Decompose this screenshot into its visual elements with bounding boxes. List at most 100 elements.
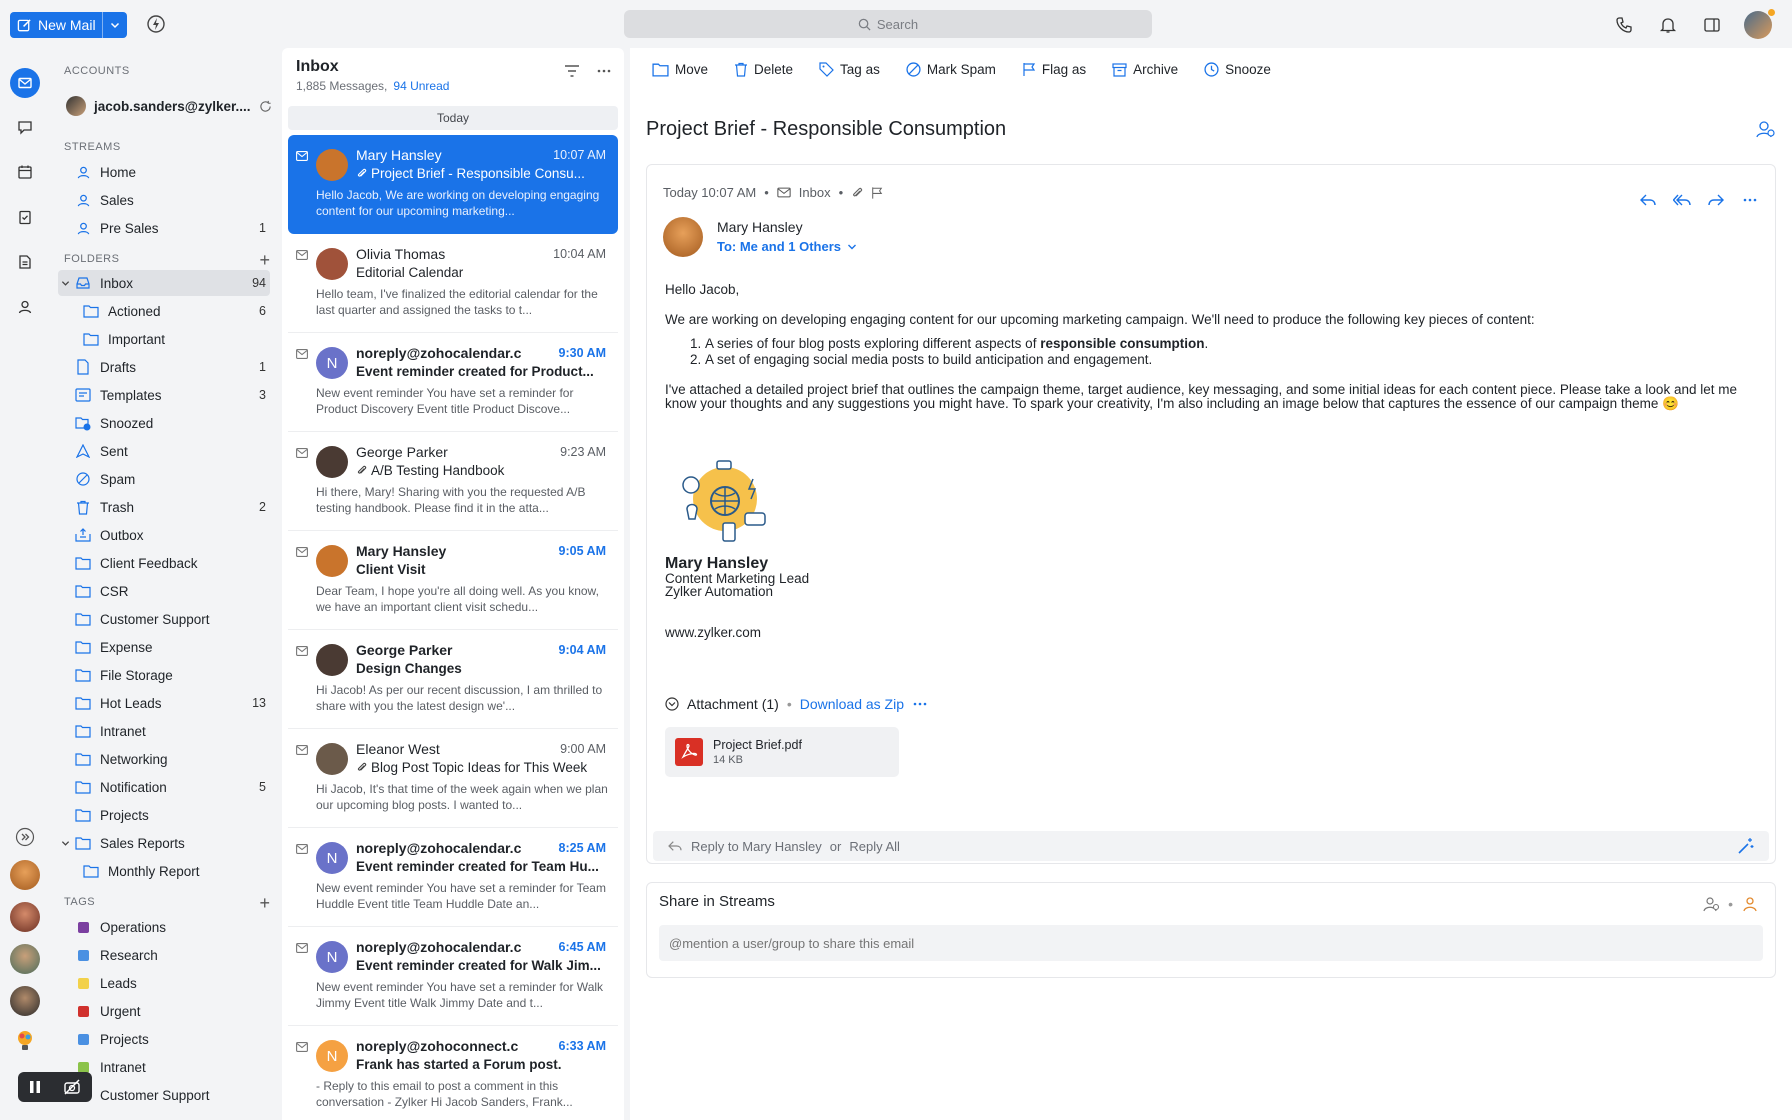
envelope-icon[interactable] [296,250,308,260]
sender-name[interactable]: Mary Hansley [717,219,803,235]
mark-spam-button[interactable]: Mark Spam [906,62,996,77]
folder-item-intranet[interactable]: Intranet [58,718,270,744]
folder-item-trash[interactable]: Trash 2 [58,494,270,520]
account-item[interactable]: jacob.sanders@zylker.... [66,96,272,116]
new-mail-button[interactable]: New Mail [10,12,127,38]
envelope-icon[interactable] [296,745,308,755]
sync-icon[interactable] [259,100,272,113]
recipients-toggle[interactable]: To: Me and 1 Others [717,239,857,254]
tag-item-leads[interactable]: Leads [58,970,270,996]
download-zip-link[interactable]: Download as Zip [800,696,904,712]
contact-avatar[interactable] [10,860,40,890]
message-row[interactable]: Olivia Thomas 10:04 AM Editorial Calendar H… [288,234,618,333]
folder-item-customer-support[interactable]: Customer Support [58,606,270,632]
bell-icon[interactable] [1656,13,1680,37]
envelope-icon[interactable] [296,448,308,458]
sender-avatar[interactable] [663,217,703,257]
phone-icon[interactable] [1612,13,1636,37]
campaign-image[interactable] [677,457,777,547]
message-row[interactable]: Eleanor West 9:00 AM Blog Post Topic Ideas… [288,729,618,828]
stream-item-home[interactable]: Home [58,159,270,185]
message-row[interactable]: Nnoreply@zohocalendar.c 6:45 AM Event remi… [288,927,618,1026]
tasks-icon[interactable] [12,204,38,230]
expand-rail-icon[interactable] [12,824,38,850]
folder-item-client-feedback[interactable]: Client Feedback [58,550,270,576]
chevron-down-icon[interactable] [58,279,72,288]
message-row[interactable]: Mary Hansley 10:07 AM Project Brief - Resp… [288,135,618,234]
chat-icon[interactable] [12,114,38,140]
folder-item-expense[interactable]: Expense [58,634,270,660]
envelope-icon[interactable] [296,646,308,656]
tag-item-research[interactable]: Research [58,942,270,968]
add-folder-icon[interactable]: + [259,251,270,269]
folder-item-outbox[interactable]: Outbox [58,522,270,548]
notes-icon[interactable] [12,249,38,275]
tag-as-button[interactable]: Tag as [819,62,880,77]
add-tag-icon[interactable]: + [259,894,270,912]
more-options-icon[interactable] [1741,193,1759,207]
user-share-icon[interactable] [1741,895,1759,913]
contacts-settings-icon[interactable] [1754,118,1776,140]
snooze-button[interactable]: Snooze [1204,62,1271,77]
filter-icon[interactable] [564,64,580,78]
envelope-icon[interactable] [296,943,308,953]
pause-icon[interactable] [29,1080,41,1094]
envelope-icon[interactable] [296,151,308,161]
folder-item-monthly-report[interactable]: Monthly Report [58,858,270,884]
tag-item-projects[interactable]: Projects [58,1026,270,1052]
folder-item-actioned[interactable]: Actioned 6 [58,298,270,324]
folder-item-sales-reports[interactable]: Sales Reports [58,830,270,856]
tag-item-operations[interactable]: Operations [58,914,270,940]
folder-item-snoozed[interactable]: Snoozed [58,410,270,436]
contact-avatar[interactable] [10,986,40,1016]
attachment-file[interactable]: Project Brief.pdf 14 KB [665,727,899,777]
group-user-icon[interactable] [1702,895,1720,913]
more-options-icon[interactable] [596,64,612,78]
reply-all-icon[interactable] [1673,193,1691,207]
reply-to-link[interactable]: Reply to Mary Hansley [691,839,822,854]
envelope-icon[interactable] [296,547,308,557]
calendar-icon[interactable] [12,159,38,185]
message-row[interactable]: Nnoreply@zohocalendar.c 8:25 AM Event remi… [288,828,618,927]
envelope-icon[interactable] [296,1042,308,1052]
collapse-icon[interactable] [665,697,679,711]
new-mail-main[interactable]: New Mail [10,12,103,38]
search-bar[interactable]: Search [624,10,1152,38]
message-row[interactable]: George Parker 9:04 AM Design Changes Hi Jac… [288,630,618,729]
folder-item-inbox[interactable]: Inbox 94 [58,270,270,296]
envelope-icon[interactable] [296,349,308,359]
folder-item-templates[interactable]: Templates 3 [58,382,270,408]
folder-item-drafts[interactable]: Drafts 1 [58,354,270,380]
flag-icon[interactable] [871,186,883,200]
folder-item-notification[interactable]: Notification 5 [58,774,270,800]
website-link[interactable]: www.zylker.com [665,625,761,640]
tag-item-urgent[interactable]: Urgent [58,998,270,1024]
user-avatar[interactable] [1744,9,1775,39]
reply-all-link[interactable]: Reply All [849,839,900,854]
folder-item-file-storage[interactable]: File Storage [58,662,270,688]
flag-as-button[interactable]: Flag as [1022,62,1086,77]
folder-item-networking[interactable]: Networking [58,746,270,772]
mention-input[interactable] [659,925,1763,961]
magic-wand-icon[interactable] [1737,837,1755,855]
envelope-icon[interactable] [296,844,308,854]
mail-app-icon[interactable] [10,68,40,98]
email-folder[interactable]: Inbox [799,185,831,200]
stream-item-pre-sales[interactable]: Pre Sales 1 [58,215,270,241]
message-row[interactable]: Nnoreply@zohoconnect.c 6:33 AM Frank has s… [288,1026,618,1120]
more-options-icon[interactable] [912,699,928,709]
message-row[interactable]: Nnoreply@zohocalendar.c 9:30 AM Event remi… [288,333,618,432]
folder-item-csr[interactable]: CSR [58,578,270,604]
reply-icon[interactable] [1639,193,1657,207]
stream-item-sales[interactable]: Sales [58,187,270,213]
message-row[interactable]: George Parker 9:23 AM A/B Testing Handbook… [288,432,618,531]
folder-item-important[interactable]: Important [58,326,270,352]
camera-off-icon[interactable] [63,1079,81,1095]
archive-button[interactable]: Archive [1112,62,1178,77]
chevron-down-icon[interactable] [58,839,72,848]
lightbulb-icon[interactable] [12,1028,38,1054]
folder-item-hot-leads[interactable]: Hot Leads 13 [58,690,270,716]
unread-count[interactable]: 94 Unread [393,79,449,93]
folder-item-spam[interactable]: Spam [58,466,270,492]
folder-item-sent[interactable]: Sent [58,438,270,464]
